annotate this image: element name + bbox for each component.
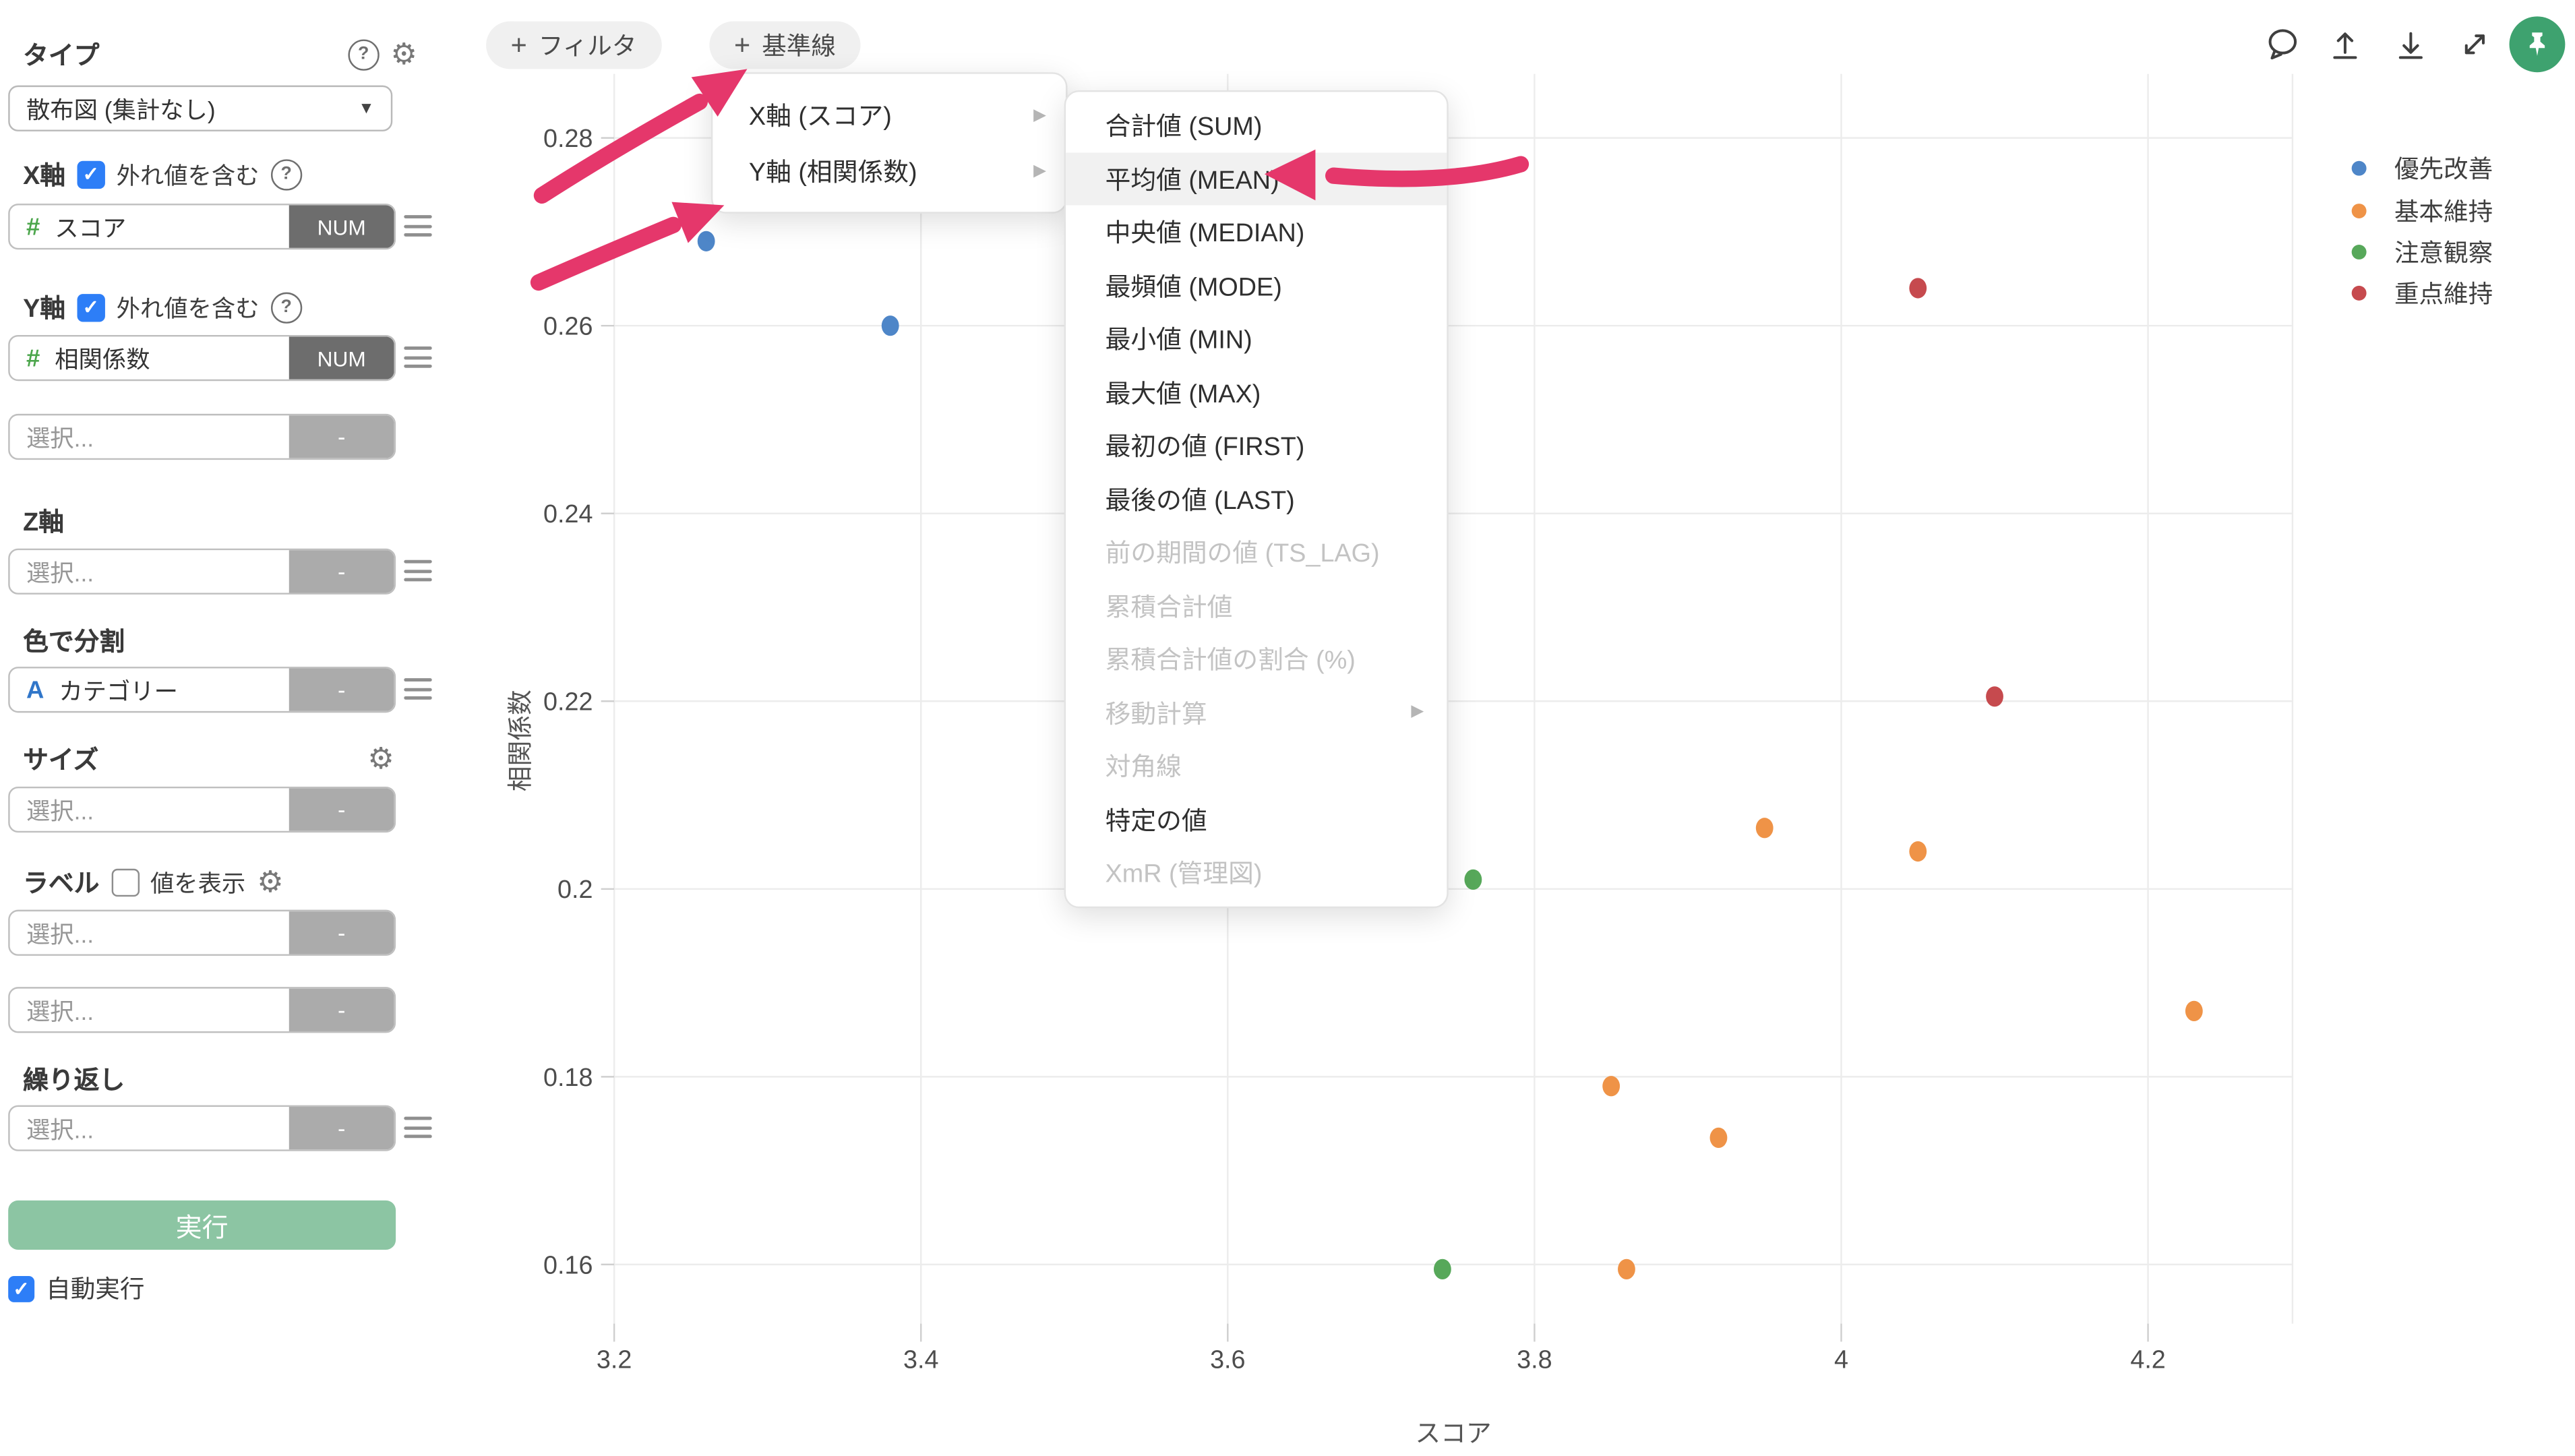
menu-item-label: 合計値 (SUM) (1105, 107, 1263, 144)
scatter-point[interactable] (1986, 686, 2003, 706)
menu-item-label: 対角線 (1105, 748, 1182, 784)
plus-icon: + (734, 29, 750, 62)
y-tick-label: 0.22 (543, 688, 593, 717)
submenu-arrow-icon: ▶ (1033, 106, 1046, 124)
y-tick-label: 0.16 (543, 1251, 593, 1279)
y-tick-label: 0.18 (543, 1064, 593, 1092)
legend: 優先改善基本維持注意観察重点維持 (2352, 148, 2493, 314)
menu-item[interactable]: 最頻値 (MODE) (1066, 259, 1447, 312)
scatter-point[interactable] (1756, 818, 1774, 838)
menu-item-label: 最大値 (MAX) (1105, 374, 1261, 411)
add-filter-button[interactable]: + フィルタ (486, 22, 661, 69)
scatter-point[interactable] (1710, 1128, 1728, 1148)
menu-item-label: 累積合計値の割合 (%) (1105, 641, 1356, 677)
pin-icon (2522, 30, 2552, 59)
scatter-point[interactable] (882, 315, 899, 336)
scatter-point[interactable] (1602, 1076, 1620, 1096)
menu-item-label: 移動計算 (1105, 694, 1207, 731)
menu-item: 対角線 (1066, 739, 1447, 792)
x-tick-label: 4 (1834, 1345, 1848, 1374)
menu-item-label: 最頻値 (MODE) (1105, 267, 1282, 303)
scatter-point[interactable] (1434, 1259, 1451, 1279)
expand-icon[interactable] (2457, 26, 2493, 63)
legend-label: 基本維持 (2394, 193, 2493, 227)
x-axis-title: スコア (1415, 1420, 1491, 1448)
x-tick-label: 3.2 (597, 1345, 632, 1374)
menu-item: XmR (管理図) (1066, 846, 1447, 899)
scatter-point[interactable] (1909, 841, 1927, 861)
menu-item-label: X軸 (スコア) (749, 97, 892, 133)
menu-item[interactable]: 最初の値 (FIRST) (1066, 419, 1447, 472)
comment-icon[interactable] (2265, 26, 2301, 63)
legend-dot-icon (2352, 245, 2367, 260)
menu-item-label: 前の期間の値 (TS_LAG) (1105, 534, 1380, 570)
baseline-stat-menu: 合計値 (SUM) 平均値 (MEAN) 中央値 (MEDIAN) 最頻値 (MODE… (1064, 90, 1449, 907)
legend-dot-icon (2352, 161, 2367, 176)
scatter-point[interactable] (1909, 278, 1927, 298)
menu-item: 前の期間の値 (TS_LAG) (1066, 526, 1447, 579)
menu-item-label: 最小値 (MIN) (1105, 321, 1252, 357)
menu-item[interactable]: X軸 (スコア) ▶ (713, 87, 1066, 143)
upload-icon[interactable] (2327, 26, 2363, 63)
menu-item-label: 特定の値 (1105, 801, 1207, 837)
app-window: タイプ ? ⚙ 散布図 (集計なし) ▼ X軸 ✓ 外れ値を含む ? #スコア … (0, 0, 2575, 1456)
menu-item-label: 累積合計値 (1105, 588, 1233, 624)
menu-item: 累積合計値の割合 (%) (1066, 632, 1447, 686)
y-axis-title: 相関係数 (506, 690, 535, 791)
legend-label: 優先改善 (2394, 152, 2493, 186)
y-tick-label: 0.26 (543, 313, 593, 341)
menu-item: 累積合計値 (1066, 579, 1447, 632)
menu-item-label: 最後の値 (LAST) (1105, 481, 1295, 517)
scatter-point[interactable] (2185, 1001, 2203, 1021)
x-tick-label: 3.4 (903, 1345, 938, 1374)
submenu-arrow-icon: ▶ (1033, 162, 1046, 180)
legend-label: 注意観察 (2394, 235, 2493, 269)
menu-item-label: XmR (管理図) (1105, 854, 1263, 890)
scatter-point[interactable] (1464, 870, 1482, 890)
menu-item[interactable]: 合計値 (SUM) (1066, 98, 1447, 152)
menu-item-label: 中央値 (MEDIAN) (1105, 214, 1305, 250)
menu-item: 移動計算 ▶ (1066, 686, 1447, 739)
menu-item-label: Y軸 (相関係数) (749, 153, 917, 189)
legend-item[interactable]: 基本維持 (2352, 189, 2493, 231)
legend-item[interactable]: 注意観察 (2352, 231, 2493, 273)
x-tick-label: 3.8 (1517, 1345, 1552, 1374)
menu-item[interactable]: 最大値 (MAX) (1066, 365, 1447, 419)
legend-item[interactable]: 優先改善 (2352, 148, 2493, 189)
menu-item-label: 平均値 (MEAN) (1105, 160, 1279, 197)
legend-dot-icon (2352, 203, 2367, 218)
download-icon[interactable] (2393, 26, 2429, 63)
x-tick-label: 3.6 (1210, 1345, 1245, 1374)
plus-icon: + (511, 29, 527, 62)
baseline-axis-menu: X軸 (スコア) ▶ Y軸 (相関係数) ▶ (711, 72, 1068, 214)
scatter-point[interactable] (698, 231, 715, 251)
add-baseline-label: 基準線 (762, 28, 836, 62)
add-filter-label: フィルタ (539, 28, 636, 62)
menu-item[interactable]: 平均値 (MEAN) (1066, 152, 1447, 205)
menu-item[interactable]: 最小値 (MIN) (1066, 312, 1447, 365)
pinned-avatar-button[interactable] (2510, 16, 2566, 72)
y-tick-label: 0.2 (557, 876, 593, 904)
menu-item[interactable]: 特定の値 (1066, 792, 1447, 845)
y-tick-label: 0.28 (543, 125, 593, 153)
scatter-point[interactable] (1618, 1259, 1635, 1279)
legend-label: 重点維持 (2394, 276, 2493, 311)
submenu-arrow-icon: ▶ (1411, 703, 1424, 721)
y-tick-label: 0.24 (543, 500, 593, 528)
menu-item[interactable]: Y軸 (相関係数) ▶ (713, 143, 1066, 199)
legend-dot-icon (2352, 286, 2367, 301)
menu-item-label: 最初の値 (FIRST) (1105, 427, 1305, 464)
menu-item[interactable]: 最後の値 (LAST) (1066, 472, 1447, 525)
legend-item[interactable]: 重点維持 (2352, 273, 2493, 315)
x-tick-label: 4.2 (2130, 1345, 2165, 1374)
add-baseline-button[interactable]: + 基準線 (709, 22, 860, 69)
menu-item[interactable]: 中央値 (MEDIAN) (1066, 206, 1447, 259)
